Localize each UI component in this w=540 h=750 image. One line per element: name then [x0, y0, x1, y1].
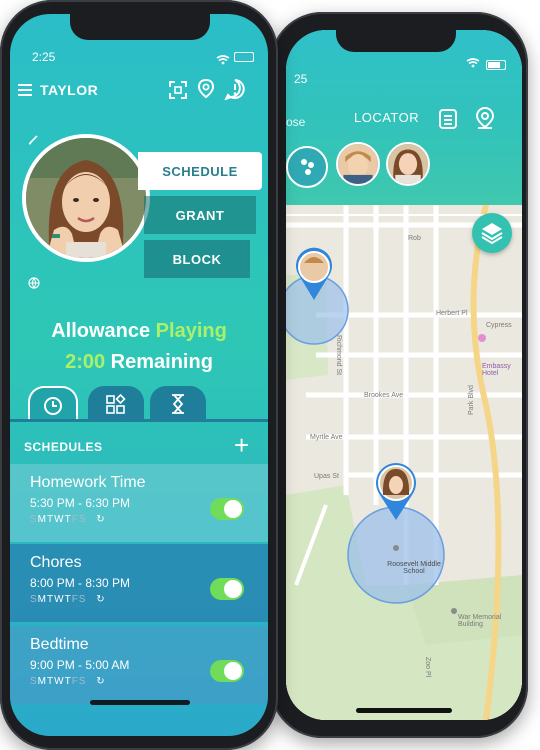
allowance-status-value: Playing	[155, 320, 227, 342]
battery-icon	[234, 52, 254, 62]
location-pin-icon[interactable]	[474, 106, 496, 129]
notch	[70, 14, 210, 40]
schedule-button[interactable]: SCHEDULE	[138, 152, 262, 190]
poi-roosevelt: Roosevelt Middle School	[387, 561, 441, 575]
time-remaining: 2:00 Remaining	[10, 351, 268, 374]
schedule-toggle[interactable]	[210, 498, 244, 520]
street-myrtle: Myrtle Ave	[310, 434, 343, 441]
alert-icon[interactable]	[223, 78, 246, 105]
street-herbert: Herbert Pl	[436, 310, 468, 317]
map-canvas	[286, 204, 522, 720]
tab-apps[interactable]	[88, 386, 144, 422]
schedule-days: SMTWTFS ↻	[30, 594, 106, 605]
profile-card: SCHEDULE GRANT BLOCK	[10, 126, 268, 289]
schedule-item-1[interactable]: Homework Time 5:30 PM - 6:30 PM SMTWTFS …	[10, 464, 268, 542]
layers-icon	[481, 223, 503, 245]
tab-time-limit[interactable]	[150, 386, 206, 422]
add-schedule-button[interactable]: +	[234, 432, 249, 458]
schedule-toggle[interactable]	[210, 660, 244, 682]
schedule-item-2[interactable]: Chores 8:00 PM - 8:30 PM SMTWTFS ↻	[10, 544, 268, 622]
schedule-toggle[interactable]	[210, 578, 244, 600]
block-button[interactable]: BLOCK	[144, 240, 250, 278]
schedule-title: Chores	[30, 554, 82, 571]
child-name-title: TAYLOR	[40, 82, 99, 98]
front-phone: 2:25 TAYLOR SCHEDULE GRANT BLOCK Allowan…	[0, 0, 278, 750]
locator-screen: 25 ose LOCATOR Rob Herbert Pl Cypress Em…	[286, 30, 522, 720]
schedules-header: SCHEDULES	[24, 440, 103, 454]
poi-embassy: Embassy Hotel	[482, 363, 511, 377]
back-phone: 25 ose LOCATOR Rob Herbert Pl Cypress Em…	[270, 12, 528, 738]
child-avatar-girl[interactable]	[386, 142, 430, 186]
schedule-title: Homework Time	[30, 474, 146, 491]
street-richmond: Richmond St	[335, 335, 342, 376]
profile-photo[interactable]	[22, 134, 150, 262]
street-park: Park Blvd	[468, 385, 475, 415]
street-cypress: Cypress	[486, 322, 512, 329]
schedule-time: 9:00 PM - 5:00 AM	[30, 658, 130, 672]
home-indicator[interactable]	[356, 708, 452, 713]
wifi-icon	[216, 52, 230, 70]
family-avatar[interactable]	[286, 146, 328, 188]
qr-scan-icon[interactable]	[168, 80, 188, 105]
schedule-time: 8:00 PM - 8:30 PM	[30, 576, 131, 590]
edit-icon[interactable]	[28, 132, 40, 150]
street-top: Rob	[408, 235, 421, 242]
schedule-days: SMTWTFS ↻	[30, 514, 106, 525]
location-icon[interactable]	[196, 78, 216, 105]
repeat-icon: ↻	[96, 514, 106, 525]
street-brookes: Brookes Ave	[364, 392, 404, 399]
schedule-days: SMTWTFS ↻	[30, 676, 106, 687]
status-time: 25	[294, 72, 308, 86]
wifi-icon	[466, 58, 480, 71]
boy-photo	[338, 144, 378, 184]
globe-icon[interactable]	[28, 276, 40, 294]
allowance-status: Allowance Playing	[10, 320, 268, 343]
schedule-screen: 2:25 TAYLOR SCHEDULE GRANT BLOCK Allowan…	[10, 14, 268, 736]
street-zoo: Zoo Pl	[424, 657, 431, 678]
hourglass-icon	[172, 394, 184, 414]
remaining-time: 2:00	[65, 351, 106, 373]
map[interactable]: Rob Herbert Pl Cypress Embassy Hotel Bro…	[286, 204, 522, 720]
repeat-icon: ↻	[96, 676, 106, 687]
repeat-icon: ↻	[96, 594, 106, 605]
group-icon	[301, 159, 314, 175]
clock-icon	[44, 397, 62, 415]
allowance-word: Allowance	[51, 320, 151, 342]
apps-icon	[106, 393, 126, 414]
tab-bar	[10, 386, 268, 422]
locator-header: 25 ose LOCATOR	[286, 30, 522, 205]
layers-button[interactable]	[472, 213, 512, 253]
locator-title: LOCATOR	[354, 110, 420, 125]
notch	[336, 30, 456, 52]
poi-war-memorial: War Memorial Building	[458, 614, 502, 628]
home-indicator[interactable]	[90, 700, 190, 705]
girl-photo	[388, 144, 428, 184]
street-upas: Upas St	[314, 473, 339, 480]
remaining-word: Remaining	[110, 351, 213, 373]
status-time: 2:25	[32, 50, 56, 64]
child-photo	[26, 138, 146, 258]
schedule-title: Bedtime	[30, 636, 89, 653]
tab-underline	[10, 419, 268, 422]
battery-icon	[486, 60, 506, 70]
schedule-time: 5:30 PM - 6:30 PM	[30, 496, 131, 510]
child-avatar-boy[interactable]	[336, 142, 380, 186]
grant-button[interactable]: GRANT	[144, 196, 256, 234]
menu-icon[interactable]	[18, 84, 32, 96]
schedule-item-3[interactable]: Bedtime 9:00 PM - 5:00 AM SMTWTFS ↻	[10, 626, 268, 704]
close-label[interactable]: ose	[286, 115, 305, 129]
tab-schedules[interactable]	[28, 386, 78, 422]
list-icon[interactable]	[438, 108, 460, 130]
